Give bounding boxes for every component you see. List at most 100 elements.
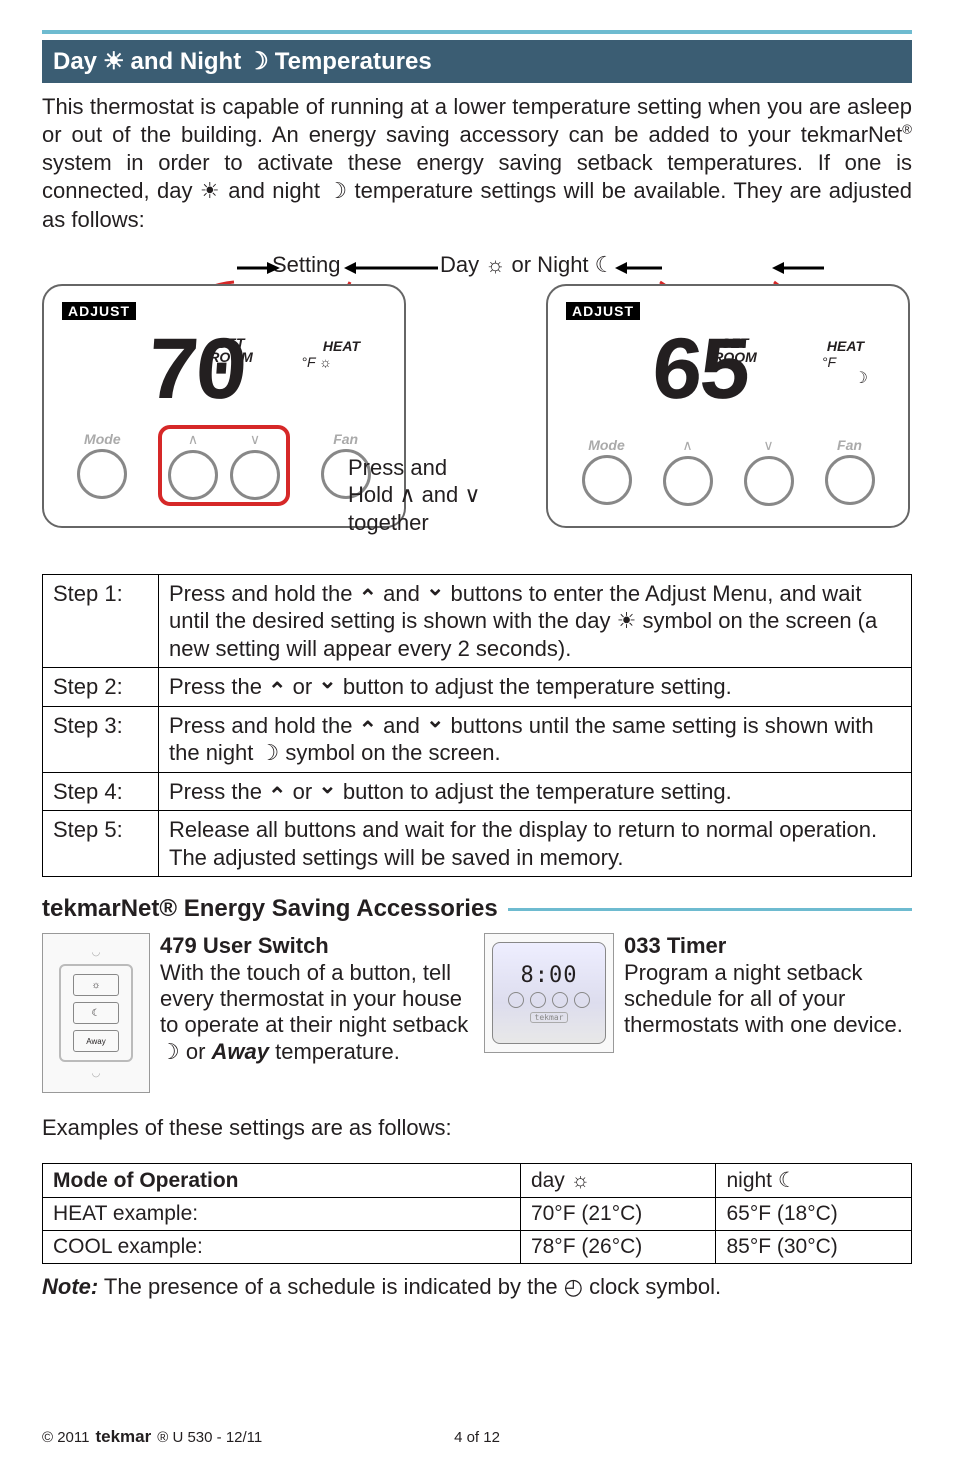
step-text: Press the or button to adjust the temper… bbox=[159, 668, 912, 707]
fan-button[interactable]: Fan bbox=[825, 437, 875, 505]
sun-icon bbox=[617, 608, 637, 633]
adjust-badge: ADJUST bbox=[566, 302, 640, 320]
accessories-heading-row: tekmarNet® Energy Saving Accessories bbox=[42, 895, 912, 923]
temp-readout-day: 70 bbox=[142, 324, 245, 426]
button-row: Mode ∧ ∨ Fan bbox=[566, 437, 890, 506]
cell: 65°F (18°C) bbox=[716, 1198, 912, 1231]
examples-table: Mode of Operation day ☼ night ☾ HEAT exa… bbox=[42, 1163, 912, 1264]
up-button[interactable]: ∧ bbox=[168, 431, 218, 500]
press-hold-1: Press and bbox=[348, 454, 481, 482]
footer-suffix: ® U 530 - 12/11 bbox=[157, 1429, 262, 1446]
cell: 78°F (26°C) bbox=[520, 1231, 716, 1264]
fan-label: Fan bbox=[333, 431, 358, 447]
header-text-mid: and Night bbox=[131, 48, 242, 76]
accessory-title: 479 User Switch bbox=[160, 933, 470, 959]
step-text: Release all buttons and wait for the dis… bbox=[159, 811, 912, 877]
accessories-row: ◡ ☼ ☾ Away ◡ 479 User Switch With the to… bbox=[42, 933, 912, 1093]
chevron-down-icon bbox=[318, 779, 336, 804]
accessory-left: ◡ ☼ ☾ Away ◡ 479 User Switch With the to… bbox=[42, 933, 470, 1093]
reg-mark: ® bbox=[902, 122, 912, 137]
accessory-left-text: 479 User Switch With the touch of a butt… bbox=[160, 933, 470, 1093]
press-hold-3: together bbox=[348, 509, 481, 537]
step-label: Step 3: bbox=[43, 706, 159, 772]
top-rule bbox=[42, 30, 912, 34]
table-row: Mode of Operation day ☼ night ☾ bbox=[43, 1164, 912, 1198]
up-button[interactable]: ∧ bbox=[663, 437, 713, 506]
moon-icon bbox=[327, 178, 347, 203]
press-hold-2: Hold ∧ and ∨ bbox=[348, 481, 481, 509]
moon-icon bbox=[260, 740, 280, 765]
examples-intro: Examples of these settings are as follow… bbox=[42, 1115, 912, 1141]
header-text-post: Temperatures bbox=[275, 48, 432, 76]
temp-readout-night: 65 bbox=[646, 324, 749, 426]
page-footer: © 2011 tekmar ® U 530 - 12/11 4 of 12 bbox=[42, 1427, 912, 1447]
col-day: day ☼ bbox=[520, 1164, 716, 1198]
cell: COOL example: bbox=[43, 1231, 521, 1264]
cell: 70°F (21°C) bbox=[520, 1198, 716, 1231]
moon-icon bbox=[247, 47, 269, 76]
sun-icon bbox=[103, 47, 125, 76]
step-text: Press the or button to adjust the temper… bbox=[159, 772, 912, 811]
step-label: Step 4: bbox=[43, 772, 159, 811]
adjust-badge: ADJUST bbox=[62, 302, 136, 320]
accessories-heading: tekmarNet® Energy Saving Accessories bbox=[42, 895, 498, 923]
degf-night-label: °F bbox=[822, 354, 836, 370]
header-text-pre: Day bbox=[53, 48, 97, 76]
table-row: Step 1: Press and hold the and buttons t… bbox=[43, 574, 912, 668]
away-label: Away bbox=[212, 1039, 269, 1064]
step-label: Step 5: bbox=[43, 811, 159, 877]
chevron-up-icon bbox=[268, 674, 286, 699]
chevron-down-icon bbox=[318, 674, 336, 699]
sun-icon bbox=[200, 178, 221, 203]
cell: HEAT example: bbox=[43, 1198, 521, 1231]
timer-display: 8:00 bbox=[521, 963, 578, 988]
accessory-right-text: 033 Timer Program a night setback schedu… bbox=[624, 933, 912, 1093]
page-number: 4 of 12 bbox=[454, 1429, 500, 1446]
updown-group: ∧ ∨ bbox=[158, 425, 290, 506]
mode-button[interactable]: Mode bbox=[582, 437, 632, 505]
chevron-up-icon bbox=[359, 581, 377, 606]
clock-icon bbox=[564, 1274, 583, 1299]
brand-logo: tekmar bbox=[95, 1427, 151, 1447]
moon-icon bbox=[160, 1039, 180, 1064]
col-night: night ☾ bbox=[716, 1164, 912, 1198]
step-text: Press and hold the and buttons to enter … bbox=[159, 574, 912, 668]
degf-label: °F ☼ bbox=[301, 354, 332, 370]
table-row: COOL example: 78°F (26°C) 85°F (30°C) bbox=[43, 1231, 912, 1264]
note-paragraph: Note: The presence of a schedule is indi… bbox=[42, 1274, 912, 1300]
chevron-up-icon bbox=[359, 713, 377, 738]
thermostat-diagram: Setting Day ☼ or Night ☾ ADJUST SET ROOM bbox=[42, 256, 912, 566]
section-header: Day and Night Temperatures bbox=[42, 40, 912, 83]
cell: 85°F (30°C) bbox=[716, 1231, 912, 1264]
heat-label: HEAT bbox=[323, 338, 360, 354]
away-btn-label: Away bbox=[73, 1030, 119, 1052]
step-label: Step 1: bbox=[43, 574, 159, 668]
accessory-right: 8:00 tekmar 033 Timer Program a night se… bbox=[484, 933, 912, 1093]
step-label: Step 2: bbox=[43, 668, 159, 707]
intro-text-3: and night bbox=[221, 178, 328, 203]
accessory-title: 033 Timer bbox=[624, 933, 912, 959]
steps-table: Step 1: Press and hold the and buttons t… bbox=[42, 574, 912, 878]
heat-label: HEAT bbox=[827, 338, 864, 354]
chevron-down-icon bbox=[426, 713, 444, 738]
mode-label: Mode bbox=[84, 431, 121, 447]
intro-paragraph: This thermostat is capable of running at… bbox=[42, 93, 912, 234]
button-row: Mode ∧ ∨ Fan bbox=[62, 425, 386, 506]
table-row: HEAT example: 70°F (21°C) 65°F (18°C) bbox=[43, 1198, 912, 1231]
step-text: Press and hold the and buttons until the… bbox=[159, 706, 912, 772]
mode-button[interactable]: Mode bbox=[77, 431, 127, 499]
press-hold-label: Press and Hold ∧ and ∨ together bbox=[348, 454, 481, 537]
chevron-down-icon bbox=[426, 581, 444, 606]
intro-text-1: This thermostat is capable of running at… bbox=[42, 94, 912, 147]
moon-icon bbox=[854, 368, 868, 388]
down-button[interactable]: ∨ bbox=[230, 431, 280, 500]
down-button[interactable]: ∨ bbox=[744, 437, 794, 506]
col-mode: Mode of Operation bbox=[43, 1164, 521, 1198]
table-row: Step 3: Press and hold the and buttons u… bbox=[43, 706, 912, 772]
table-row: Step 4: Press the or button to adjust th… bbox=[43, 772, 912, 811]
note-label: Note: bbox=[42, 1274, 98, 1299]
user-switch-image: ◡ ☼ ☾ Away ◡ bbox=[42, 933, 150, 1093]
device-night: ADJUST SET ROOM HEAT °F 65 Mode ∧ ∨ Fan bbox=[546, 284, 910, 528]
table-row: Step 2: Press the or button to adjust th… bbox=[43, 668, 912, 707]
table-row: Step 5: Release all buttons and wait for… bbox=[43, 811, 912, 877]
